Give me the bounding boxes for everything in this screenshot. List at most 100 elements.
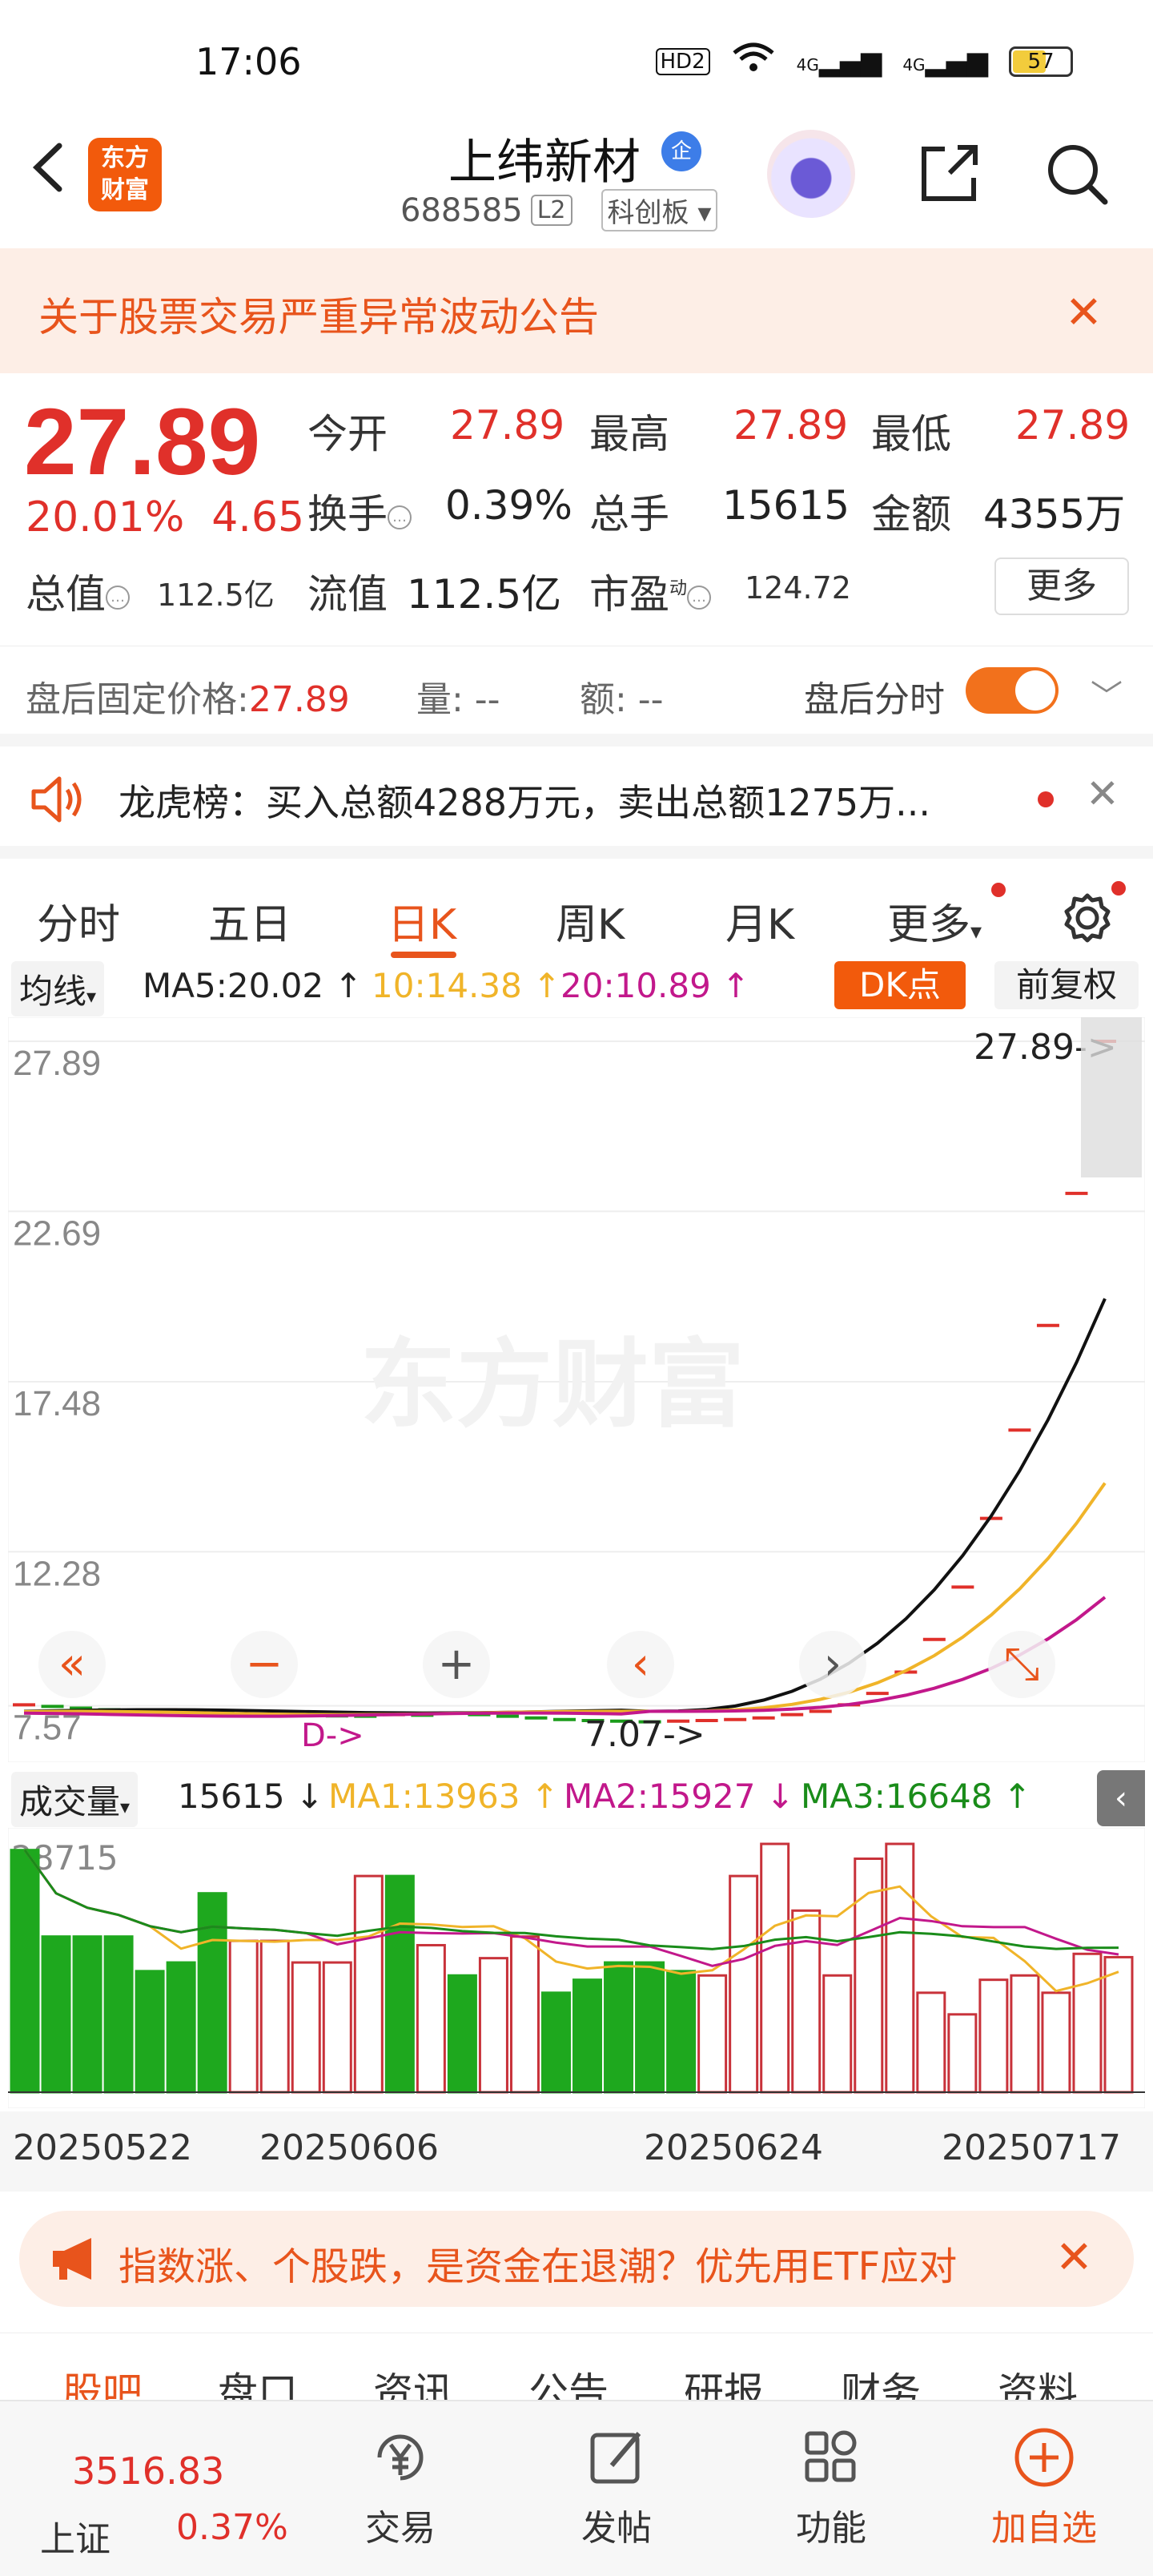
bottom-nav: 3516.83 上证 0.37% 交易 发帖 功能 加自选 <box>0 2400 1153 2576</box>
search-icon[interactable] <box>1041 138 1113 210</box>
more-badge <box>991 883 1006 897</box>
info-icon: … <box>106 585 130 610</box>
enterprise-badge-icon: 企 <box>661 131 701 171</box>
share-icon[interactable] <box>913 138 985 210</box>
volume-bar <box>822 1974 853 2094</box>
pe-value: 124.72 <box>745 570 851 606</box>
tab-daily-k[interactable]: 日K <box>388 891 456 951</box>
expand-icon[interactable]: ⤡ <box>988 1631 1055 1698</box>
tab-profile[interactable]: 资料 <box>998 2361 1078 2405</box>
status-icons: HD2 4G▂▄▆ 4G▂▄▆ 57 <box>655 42 1073 81</box>
volume-bar <box>978 1978 1009 2094</box>
wifi-icon <box>731 42 776 81</box>
trade-yuan-icon <box>368 2425 432 2489</box>
board-selector[interactable]: 科创板 ▾ <box>601 189 718 231</box>
more-button[interactable]: 更多 <box>994 557 1129 615</box>
ai-assistant-avatar[interactable] <box>767 130 855 218</box>
tab-order-book[interactable]: 盘口 <box>218 2361 298 2405</box>
announcement-banner[interactable]: 关于股票交易严重异常波动公告 ✕ <box>0 248 1153 373</box>
index-value[interactable]: 3516.83 <box>72 2449 224 2493</box>
zoom-out-icon[interactable]: − <box>231 1631 298 1698</box>
y-axis-label: 22.69 <box>13 1214 101 1253</box>
change-amount: 4.65 <box>211 493 305 541</box>
dragon-tiger-list-bar[interactable]: 龙虎榜：买入总额4288万元，卖出总额1275万... ✕ <box>0 734 1153 846</box>
speaker-icon <box>27 771 85 831</box>
volume-bar <box>416 1943 446 2094</box>
grid-apps-icon <box>799 2425 863 2489</box>
date-label: 20250624 <box>644 2127 823 2168</box>
ma-selector[interactable]: 均线▾ <box>11 961 105 1016</box>
tab-financials[interactable]: 财务 <box>841 2361 921 2405</box>
close-icon[interactable]: ✕ <box>1055 2232 1093 2284</box>
amount-label: 金额 <box>871 491 951 537</box>
zoom-in-icon[interactable]: + <box>423 1631 490 1698</box>
collapse-panel-icon[interactable]: ‹ <box>1097 1770 1145 1826</box>
after-hours-toggle[interactable] <box>966 667 1059 714</box>
open-label: 今开 <box>307 411 388 457</box>
index-name[interactable]: 上证 <box>40 2510 110 2562</box>
tab-announcements[interactable]: 公告 <box>528 2361 609 2405</box>
signal-4g-icon-2: 4G▂▄▆ <box>902 45 988 78</box>
promo-banner[interactable]: 指数涨、个股跌，是资金在退潮？优先用ETF应对 ✕ <box>19 2211 1134 2307</box>
tab-monthly-k[interactable]: 月K <box>725 891 794 951</box>
market-cap-label: 总值… <box>26 562 130 620</box>
volume-value: 15615 <box>722 482 850 529</box>
close-icon[interactable]: ✕ <box>1086 771 1119 817</box>
back-icon[interactable] <box>22 139 78 195</box>
tab-more[interactable]: 更多▾ <box>887 891 982 951</box>
pe-label: 市盈动… <box>589 562 712 620</box>
candlestick-svg[interactable]: 27.8922.6917.4812.287.57东方财富27.89->7.07-… <box>7 1016 1146 1763</box>
nav-post[interactable]: 发帖 <box>544 2425 689 2550</box>
info-icon: … <box>687 585 712 610</box>
settings-gear-icon[interactable] <box>1055 883 1119 950</box>
high-label: 最高 <box>589 411 669 457</box>
volume-bar <box>135 1970 165 2094</box>
low-label: 最低 <box>871 411 951 457</box>
ma10-value: 10:14.38 ↑ <box>372 966 561 1005</box>
dk-point-button[interactable]: DK点 <box>834 961 966 1009</box>
step-forward-icon-glyph: › <box>824 1638 842 1690</box>
stock-code-line: 688585 L2 科创板 ▾ <box>400 189 718 231</box>
amount-value: 4355万 <box>983 491 1126 537</box>
volume-bar <box>322 1961 352 2094</box>
tab-forum[interactable]: 股吧 <box>62 2361 143 2405</box>
change-percent: 20.01% <box>26 493 185 541</box>
tab-news[interactable]: 资讯 <box>373 2361 453 2405</box>
index-change[interactable]: 0.37% <box>176 2507 288 2548</box>
nav-add-watchlist[interactable]: 加自选 <box>972 2425 1116 2550</box>
tab-weekly-k[interactable]: 周K <box>556 891 625 951</box>
nav-trade[interactable]: 交易 <box>328 2425 472 2550</box>
after-hours-amount: 额: -- <box>580 679 664 720</box>
step-back-icon[interactable]: ‹ <box>607 1631 674 1698</box>
volume-bar <box>509 1935 540 2094</box>
low-price-tag: 7.07-> <box>585 1714 705 1755</box>
fast-back-icon[interactable]: « <box>38 1631 106 1698</box>
volume-bar <box>228 1939 259 2094</box>
step-forward-icon[interactable]: › <box>799 1631 866 1698</box>
candlestick-chart[interactable]: 27.89 22.69 17.48 12.28 7.57 东方财富 27.89-> 7.07-… <box>7 1016 1146 1763</box>
tab-research[interactable]: 研报 <box>684 2361 764 2405</box>
date-axis: 20250522 20250606 20250624 20250717 <box>0 2111 1153 2192</box>
nav-functions[interactable]: 功能 <box>759 2425 903 2550</box>
indicator-selector[interactable]: 成交量▾ <box>11 1772 139 1827</box>
volume-label: 总手 <box>589 491 669 537</box>
volume-bar <box>166 1961 196 2094</box>
signal-4g-icon: 4G▂▄▆ <box>796 45 882 78</box>
close-icon[interactable]: ✕ <box>1065 287 1103 339</box>
volume-bar <box>197 1892 227 2094</box>
after-hours-bar: 盘后固定价格:27.89 量: -- 额: -- 盘后分时 ﹀ <box>0 646 1153 734</box>
turnover-value: 0.39% <box>445 482 572 529</box>
after-hours-price: 盘后固定价格:27.89 <box>26 679 350 720</box>
volume-bar <box>291 1961 321 2094</box>
chevron-down-icon[interactable]: ﹀ <box>1091 670 1123 717</box>
edit-icon <box>585 2425 649 2489</box>
tab-timeshare[interactable]: 分时 <box>37 891 120 951</box>
stock-name: 上纬新材 <box>448 135 641 191</box>
volume-svg[interactable]: 28715 <box>7 1827 1146 2109</box>
tab-five-day[interactable]: 五日 <box>208 891 291 951</box>
scroll-indicator <box>1081 1017 1142 1177</box>
volume-chart[interactable]: 28715 <box>7 1827 1146 2109</box>
volume-bar <box>572 1978 603 2094</box>
adjust-button[interactable]: 前复权 <box>994 961 1139 1009</box>
volume-bar <box>72 1935 102 2094</box>
